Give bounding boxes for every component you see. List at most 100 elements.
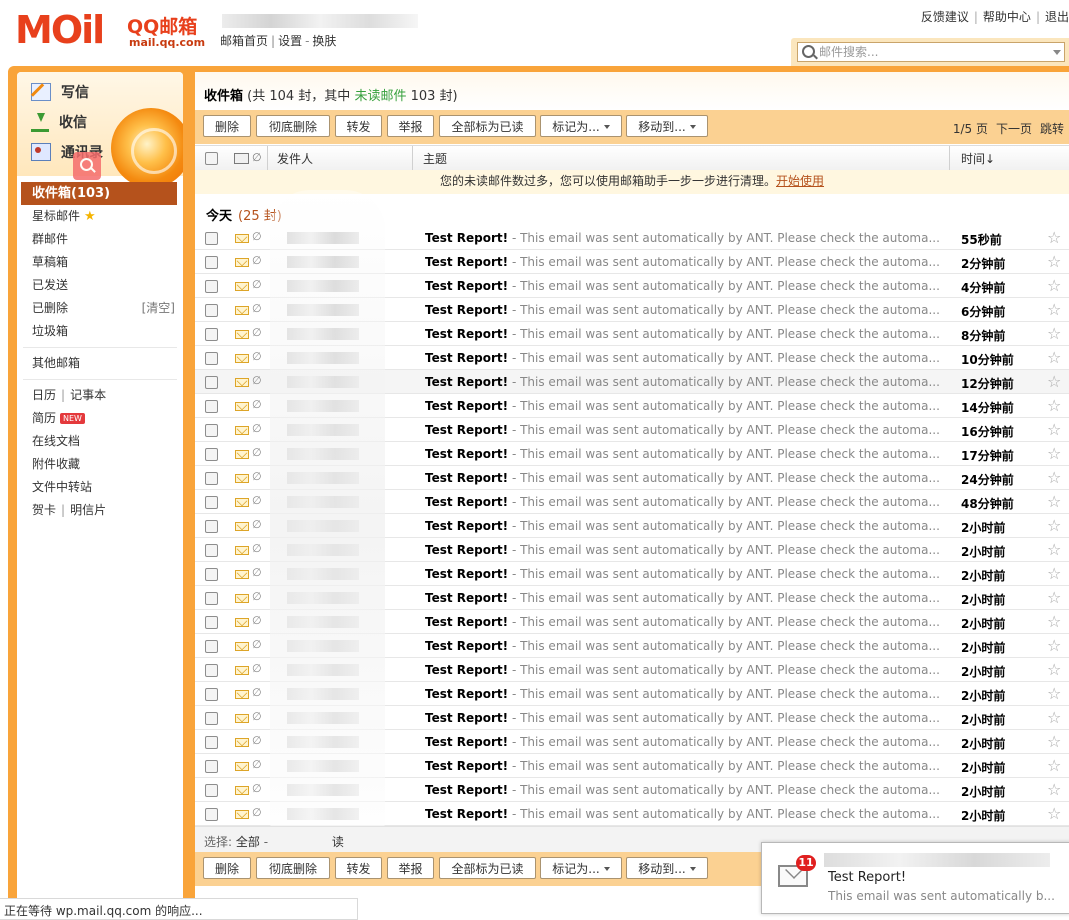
tools-docs[interactable]: 在线文档: [17, 430, 183, 453]
star-toggle-icon[interactable]: ☆: [1047, 588, 1061, 607]
delete-button-bottom[interactable]: 删除: [203, 857, 251, 879]
star-toggle-icon[interactable]: ☆: [1047, 444, 1061, 463]
folder-drafts[interactable]: 草稿箱: [17, 251, 183, 274]
row-checkbox[interactable]: [205, 760, 218, 773]
star-toggle-icon[interactable]: ☆: [1047, 396, 1061, 415]
link-mail-home[interactable]: 邮箱首页: [220, 34, 268, 48]
star-toggle-icon[interactable]: ☆: [1047, 324, 1061, 343]
mark-all-read-button[interactable]: 全部标为已读: [439, 115, 536, 137]
row-checkbox[interactable]: [205, 664, 218, 677]
mark-as-dropdown[interactable]: 标记为...: [540, 115, 622, 137]
column-subject[interactable]: 主题: [423, 150, 447, 167]
folder-group[interactable]: 群邮件: [17, 228, 183, 251]
mark-all-read-button-bottom[interactable]: 全部标为已读: [439, 857, 536, 879]
folder-inbox[interactable]: 收件箱(103): [21, 182, 177, 205]
column-time-sort[interactable]: 时间↓: [961, 150, 995, 167]
report-button-bottom[interactable]: 举报: [387, 857, 434, 879]
email-subject[interactable]: Test Report! - This email was sent autom…: [425, 687, 945, 701]
row-checkbox[interactable]: [205, 472, 218, 485]
search-dropdown-arrow-icon[interactable]: [1053, 50, 1061, 55]
email-subject[interactable]: Test Report! - This email was sent autom…: [425, 399, 945, 413]
star-toggle-icon[interactable]: ☆: [1047, 300, 1061, 319]
email-subject[interactable]: Test Report! - This email was sent autom…: [425, 615, 945, 629]
star-toggle-icon[interactable]: ☆: [1047, 804, 1061, 823]
row-checkbox[interactable]: [205, 328, 218, 341]
email-subject[interactable]: Test Report! - This email was sent autom…: [425, 327, 945, 341]
star-toggle-icon[interactable]: ☆: [1047, 516, 1061, 535]
star-toggle-icon[interactable]: ☆: [1047, 780, 1061, 799]
forward-button-bottom[interactable]: 转发: [335, 857, 382, 879]
email-subject[interactable]: Test Report! - This email was sent autom…: [425, 495, 945, 509]
row-checkbox[interactable]: [205, 808, 218, 821]
email-subject[interactable]: Test Report! - This email was sent autom…: [425, 519, 945, 533]
row-checkbox[interactable]: [205, 280, 218, 293]
link-logout[interactable]: 退出: [1045, 10, 1069, 24]
link-settings[interactable]: 设置: [278, 34, 302, 48]
row-checkbox[interactable]: [205, 640, 218, 653]
star-toggle-icon[interactable]: ☆: [1047, 732, 1061, 751]
link-help[interactable]: 帮助中心: [983, 10, 1031, 24]
select-read-link[interactable]: 读: [332, 835, 344, 849]
row-checkbox[interactable]: [205, 496, 218, 509]
tools-attachments[interactable]: 附件收藏: [17, 453, 183, 476]
star-toggle-icon[interactable]: ☆: [1047, 348, 1061, 367]
row-checkbox[interactable]: [205, 616, 218, 629]
star-toggle-icon[interactable]: ☆: [1047, 708, 1061, 727]
link-postcard[interactable]: 明信片: [70, 503, 106, 517]
row-checkbox[interactable]: [205, 424, 218, 437]
link-notes[interactable]: 记事本: [70, 388, 106, 402]
sidebar-search-icon[interactable]: [73, 152, 101, 180]
jump-page-link[interactable]: 跳转: [1040, 122, 1064, 136]
star-toggle-icon[interactable]: ☆: [1047, 492, 1061, 511]
new-mail-notification[interactable]: 11 Test Report! This email was sent auto…: [761, 842, 1069, 914]
email-subject[interactable]: Test Report! - This email was sent autom…: [425, 543, 945, 557]
forward-button[interactable]: 转发: [335, 115, 382, 137]
link-greeting-card[interactable]: 贺卡: [32, 503, 56, 517]
email-subject[interactable]: Test Report! - This email was sent autom…: [425, 807, 945, 821]
select-all-checkbox[interactable]: [205, 152, 218, 165]
delete-button[interactable]: 删除: [203, 115, 251, 137]
star-toggle-icon[interactable]: ☆: [1047, 252, 1061, 271]
link-resume[interactable]: 简历: [32, 411, 56, 425]
star-toggle-icon[interactable]: ☆: [1047, 636, 1061, 655]
folder-spam[interactable]: 垃圾箱: [17, 320, 183, 343]
email-subject[interactable]: Test Report! - This email was sent autom…: [425, 639, 945, 653]
star-toggle-icon[interactable]: ☆: [1047, 276, 1061, 295]
move-to-dropdown-bottom[interactable]: 移动到...: [626, 857, 708, 879]
star-toggle-icon[interactable]: ☆: [1047, 420, 1061, 439]
purge-button-bottom[interactable]: 彻底删除: [256, 857, 330, 879]
star-toggle-icon[interactable]: ☆: [1047, 756, 1061, 775]
email-subject[interactable]: Test Report! - This email was sent autom…: [425, 567, 945, 581]
link-change-skin[interactable]: 换肤: [312, 34, 336, 48]
select-all-link[interactable]: 全部: [236, 835, 260, 849]
qqmail-logo[interactable]: MOil QQ邮箱 mail.qq.com: [15, 10, 205, 52]
folder-starred[interactable]: 星标邮件 ★: [17, 205, 183, 228]
compose-button[interactable]: 写信: [31, 80, 131, 104]
row-checkbox[interactable]: [205, 592, 218, 605]
email-subject[interactable]: Test Report! - This email was sent autom…: [425, 663, 945, 677]
email-subject[interactable]: Test Report! - This email was sent autom…: [425, 231, 945, 245]
row-checkbox[interactable]: [205, 376, 218, 389]
star-toggle-icon[interactable]: ☆: [1047, 612, 1061, 631]
row-checkbox[interactable]: [205, 232, 218, 245]
email-subject[interactable]: Test Report! - This email was sent autom…: [425, 447, 945, 461]
star-toggle-icon[interactable]: ☆: [1047, 228, 1061, 247]
star-toggle-icon[interactable]: ☆: [1047, 540, 1061, 559]
email-subject[interactable]: Test Report! - This email was sent autom…: [425, 303, 945, 317]
email-subject[interactable]: Test Report! - This email was sent autom…: [425, 759, 945, 773]
email-subject[interactable]: Test Report! - This email was sent autom…: [425, 471, 945, 485]
receive-button[interactable]: 收信: [31, 110, 131, 134]
email-subject[interactable]: Test Report! - This email was sent autom…: [425, 375, 945, 389]
row-checkbox[interactable]: [205, 304, 218, 317]
star-toggle-icon[interactable]: ☆: [1047, 372, 1061, 391]
row-checkbox[interactable]: [205, 520, 218, 533]
purge-button[interactable]: 彻底删除: [256, 115, 330, 137]
row-checkbox[interactable]: [205, 568, 218, 581]
empty-trash-link[interactable]: [清空]: [142, 297, 175, 320]
search-input[interactable]: [819, 44, 1039, 59]
link-calendar[interactable]: 日历: [32, 388, 56, 402]
row-checkbox[interactable]: [205, 736, 218, 749]
email-subject[interactable]: Test Report! - This email was sent autom…: [425, 279, 945, 293]
star-toggle-icon[interactable]: ☆: [1047, 468, 1061, 487]
star-toggle-icon[interactable]: ☆: [1047, 684, 1061, 703]
